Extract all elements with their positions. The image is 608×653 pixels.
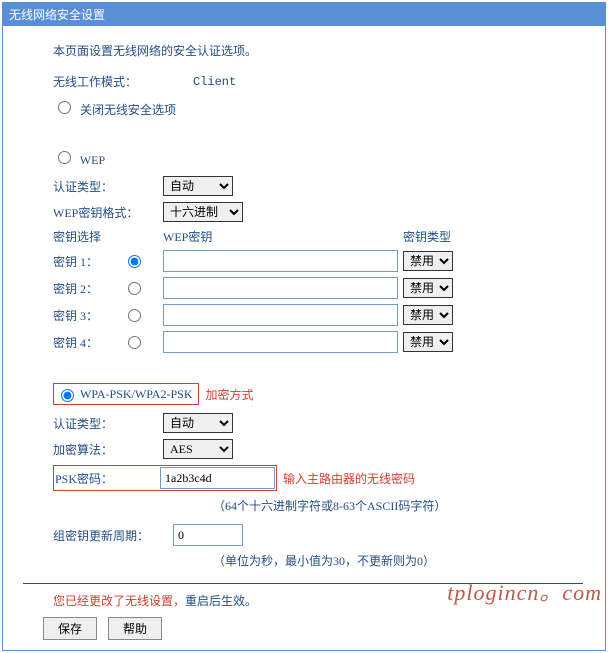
radio-wep-label: WEP (80, 153, 105, 167)
wep-key-header: 密钥选择 WEP密钥 密钥类型 (53, 228, 585, 245)
reboot-text: 重启后生效。 (185, 594, 257, 608)
wpa-auth-label: 认证类型： (53, 415, 163, 432)
changed-text: 您已经更改了无线设置， (53, 594, 185, 608)
wep-key-table: 密钥选择 WEP密钥 密钥类型 密钥 1： 禁用 密钥 2： 禁用 密钥 3： (53, 228, 585, 353)
option-wpa[interactable]: WPA-PSK/WPA2-PSK 加密方式 (53, 383, 585, 405)
wpa-annotation-method: 加密方式 (205, 386, 253, 403)
col-key: WEP密钥 (163, 228, 403, 245)
wep-auth-select[interactable]: 自动 (163, 176, 233, 196)
wireless-security-panel: 无线网络安全设置 本页面设置无线网络的安全认证选项。 无线工作模式： Clien… (2, 2, 606, 651)
col-select: 密钥选择 (53, 228, 163, 245)
wep-key4-radio[interactable] (128, 336, 141, 349)
save-button[interactable]: 保存 (43, 617, 97, 640)
psk-input[interactable] (160, 467, 275, 489)
group-interval-input[interactable] (173, 524, 243, 546)
page-description: 本页面设置无线网络的安全认证选项。 (53, 42, 585, 59)
wpa-psk-row: PSK密码： 输入主路由器的无线密码 (53, 465, 585, 491)
wep-format-label: WEP密钥格式： (53, 204, 163, 221)
wep-key-row-3: 密钥 3： 禁用 (53, 304, 585, 326)
wep-auth-row: 认证类型： 自动 (53, 176, 585, 196)
wep-key2-input[interactable] (163, 277, 398, 299)
psk-annotation: 输入主路由器的无线密码 (283, 470, 415, 487)
psk-note: （64个十六进制字符或8-63个ASCII码字符） (213, 497, 585, 514)
wpa-auth-row: 认证类型： 自动 (53, 413, 585, 433)
wpa-algo-label: 加密算法： (53, 441, 163, 458)
group-label: 组密钥更新周期： (53, 527, 173, 544)
wpa-highlight: WPA-PSK/WPA2-PSK (53, 383, 199, 405)
wep-key3-type[interactable]: 禁用 (403, 305, 453, 325)
wep-format-select[interactable]: 十六进制 (163, 202, 243, 222)
radio-wpa-label: WPA-PSK/WPA2-PSK (80, 387, 192, 402)
wep-key2-label: 密钥 2： (53, 280, 123, 297)
wep-key4-type[interactable]: 禁用 (403, 332, 453, 352)
wep-format-row: WEP密钥格式： 十六进制 (53, 202, 585, 222)
psk-highlight: PSK密码： (53, 465, 277, 491)
radio-wep[interactable] (58, 151, 71, 164)
radio-disable[interactable] (58, 101, 71, 114)
wep-key3-input[interactable] (163, 304, 398, 326)
panel-title: 无线网络安全设置 (3, 3, 605, 26)
wep-key1-label: 密钥 1： (53, 253, 123, 270)
button-row: 保存 帮助 (43, 617, 585, 640)
help-button[interactable]: 帮助 (108, 617, 162, 640)
wep-key4-label: 密钥 4： (53, 334, 123, 351)
radio-wpa[interactable] (61, 389, 74, 402)
mode-label: 无线工作模式： (53, 73, 163, 90)
wep-key2-type[interactable]: 禁用 (403, 278, 453, 298)
wep-key3-label: 密钥 3： (53, 307, 123, 324)
wep-auth-label: 认证类型： (53, 178, 163, 195)
col-type: 密钥类型 (403, 228, 473, 245)
wep-key1-input[interactable] (163, 250, 398, 272)
wpa-algo-select[interactable]: AES (163, 439, 233, 459)
wep-key4-input[interactable] (163, 331, 398, 353)
wep-key-row-1: 密钥 1： 禁用 (53, 250, 585, 272)
panel-body: 本页面设置无线网络的安全认证选项。 无线工作模式： Client 关闭无线安全选… (3, 26, 605, 650)
group-interval-row: 组密钥更新周期： (53, 524, 585, 546)
group-note: （单位为秒，最小值为30，不更新则为0） (213, 552, 585, 569)
wep-key3-radio[interactable] (128, 309, 141, 322)
wpa-algo-row: 加密算法： AES (53, 439, 585, 459)
psk-label: PSK密码： (55, 470, 160, 487)
mode-row: 无线工作模式： Client (53, 73, 585, 90)
watermark: tplogincn。com (447, 575, 602, 607)
mode-value: Client (193, 75, 236, 89)
wep-key1-type[interactable]: 禁用 (403, 251, 453, 271)
option-wep[interactable]: WEP (53, 148, 585, 168)
wep-key1-radio[interactable] (128, 255, 141, 268)
radio-disable-label: 关闭无线安全选项 (80, 103, 176, 117)
option-disable-security[interactable]: 关闭无线安全选项 (53, 98, 585, 118)
wpa-section: WPA-PSK/WPA2-PSK 加密方式 认证类型： 自动 加密算法： AES… (53, 383, 585, 569)
wep-key-row-2: 密钥 2： 禁用 (53, 277, 585, 299)
wpa-auth-select[interactable]: 自动 (163, 413, 233, 433)
wep-key-row-4: 密钥 4： 禁用 (53, 331, 585, 353)
wep-key2-radio[interactable] (128, 282, 141, 295)
